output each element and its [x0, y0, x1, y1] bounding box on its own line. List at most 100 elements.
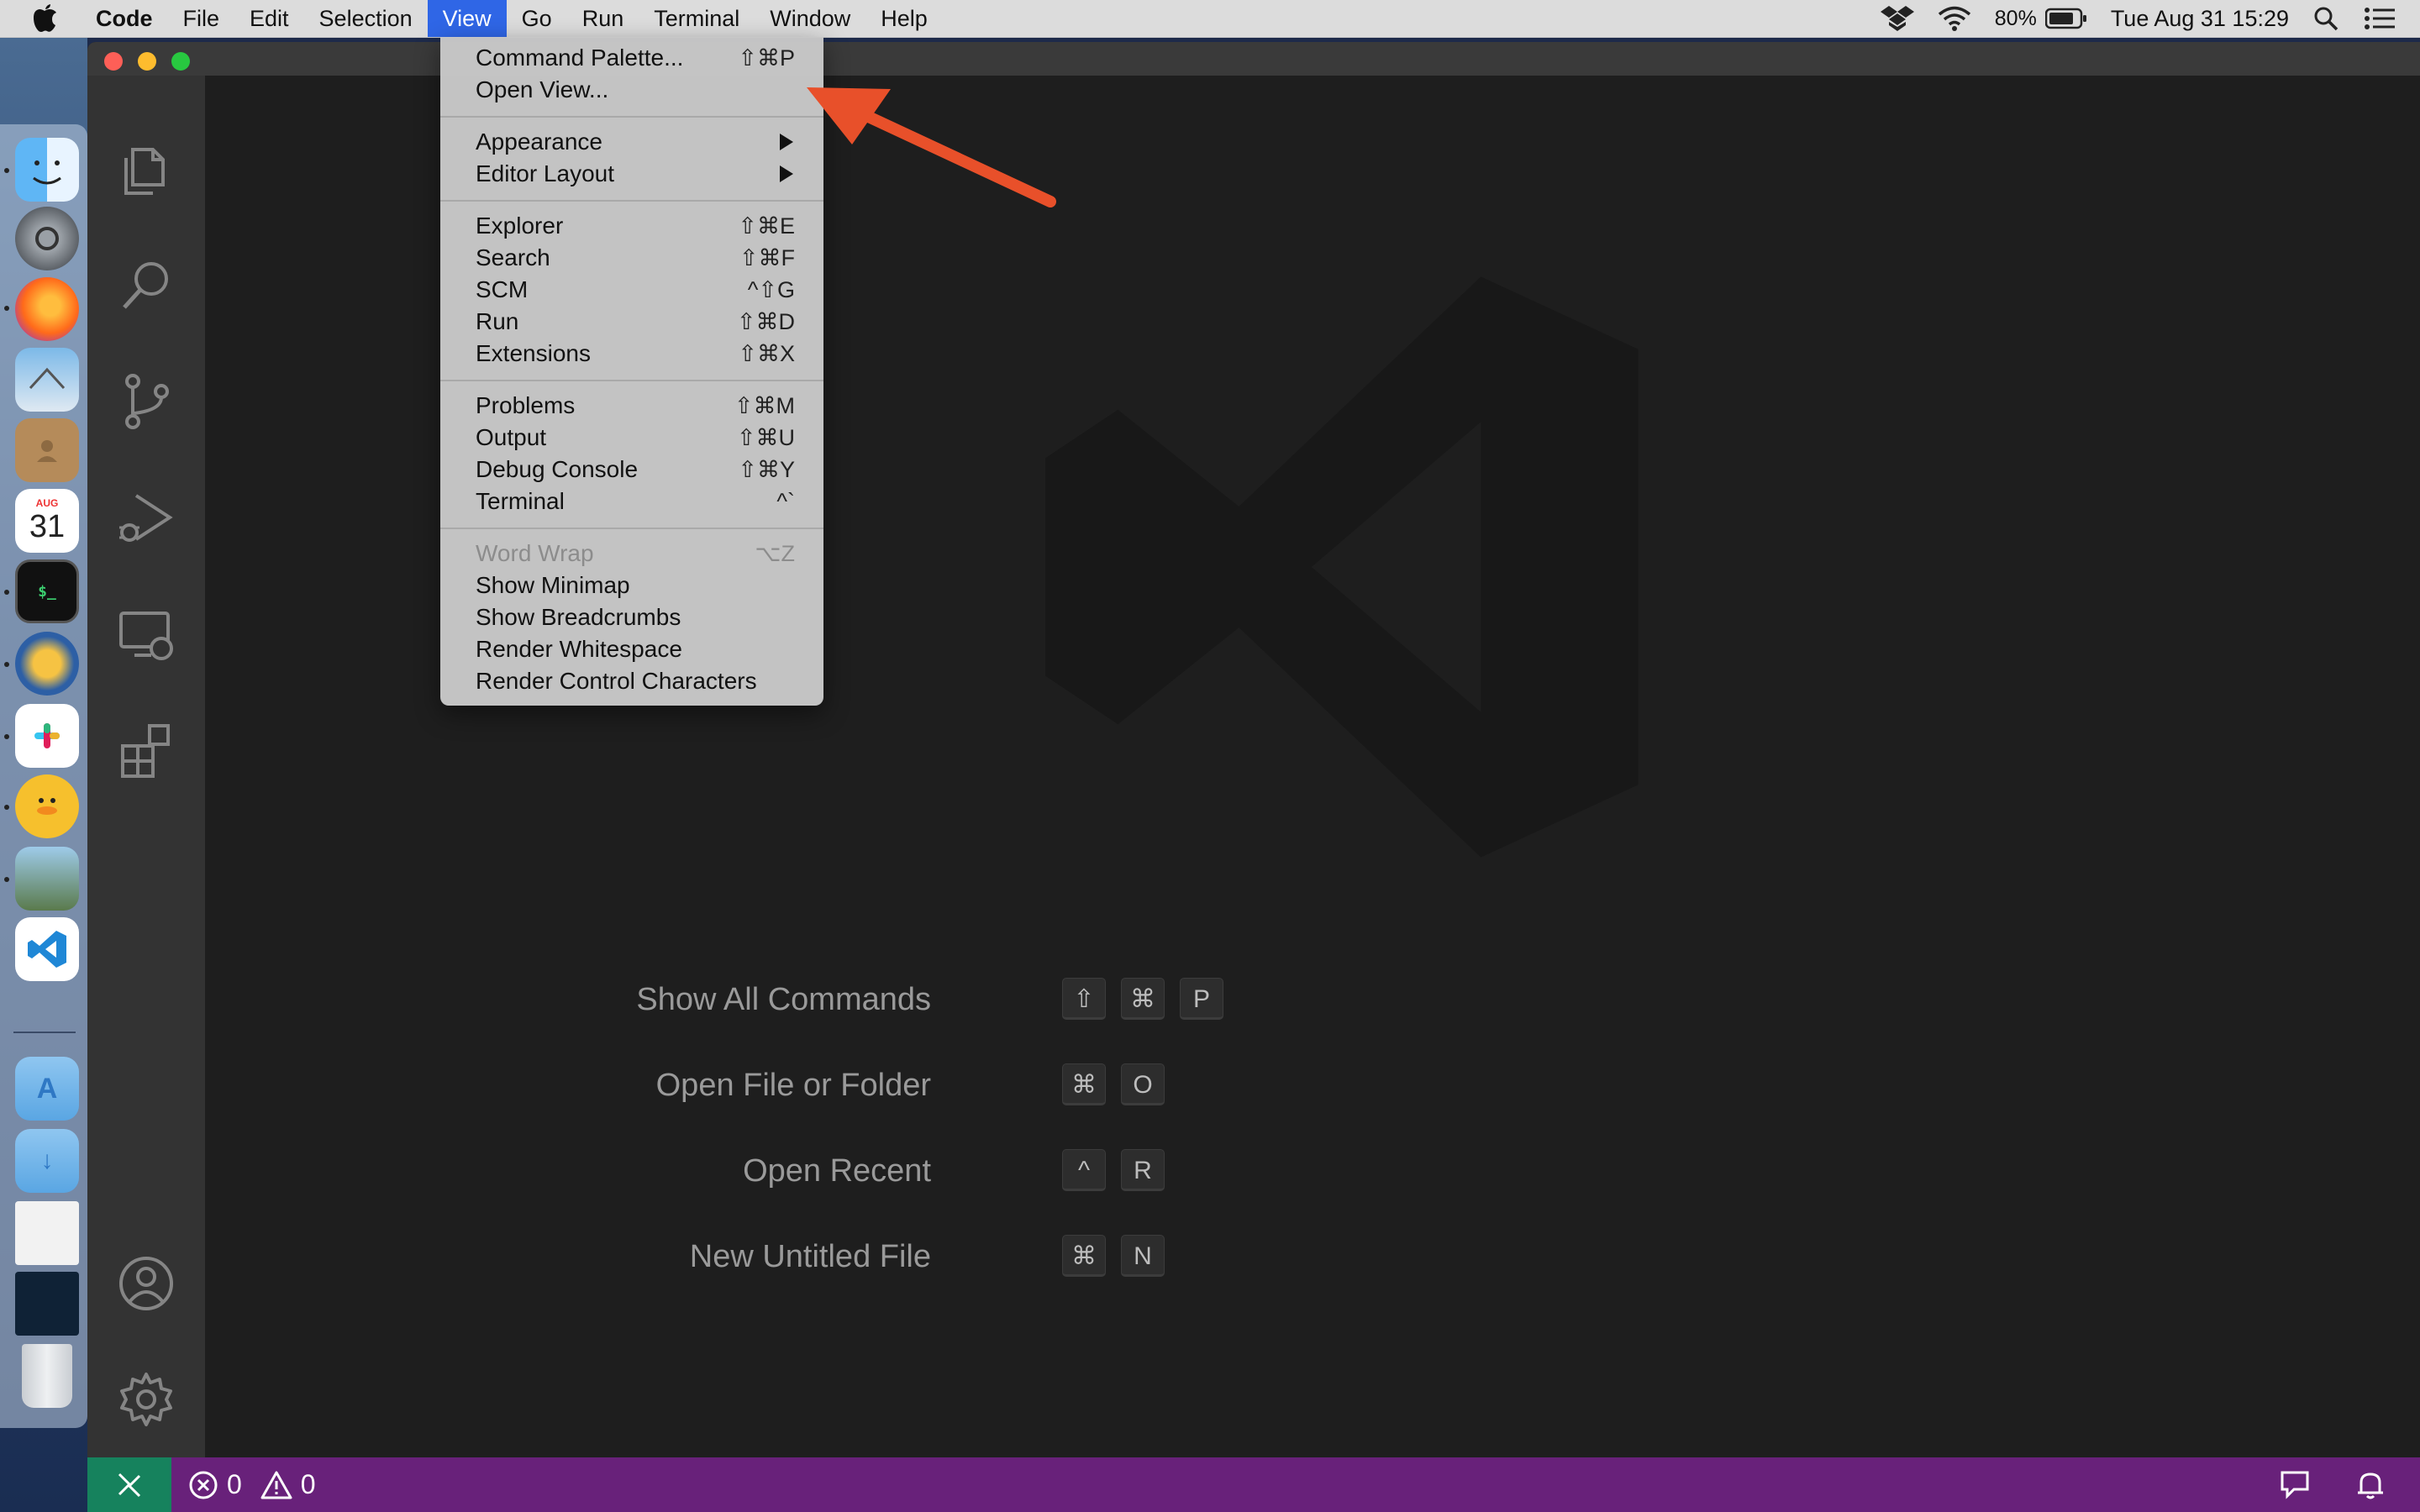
menu-file[interactable]: File — [168, 0, 235, 37]
document-thumbnail-icon[interactable] — [15, 1201, 79, 1265]
menu-item-debug-console[interactable]: Debug Console ⇧⌘Y — [476, 454, 812, 486]
preview-icon[interactable] — [15, 847, 79, 911]
minimize-window-button[interactable] — [138, 52, 156, 71]
menu-item-label: Show Breadcrumbs — [476, 604, 681, 630]
menu-item-word-wrap: Word Wrap ⌥Z — [476, 538, 812, 570]
menu-item-appearance[interactable]: Appearance — [476, 126, 812, 158]
firefox-icon[interactable] — [15, 277, 79, 341]
lighthouse-app-icon[interactable] — [15, 632, 79, 696]
dock-running-indicator — [4, 877, 9, 882]
calendar-day: 31 — [29, 509, 66, 544]
shortcut-label: New Untitled File — [689, 1239, 931, 1274]
problems-indicator[interactable]: 0 0 — [188, 1457, 334, 1512]
close-window-button[interactable] — [104, 52, 123, 71]
shortcut-label: Open Recent — [743, 1153, 931, 1189]
shortcut-open-file-or-folder[interactable]: Open File or Folder ⌘ O — [205, 1060, 1465, 1110]
dock: AUG 31 $_ A ↓ — [0, 124, 87, 1428]
dock-separator — [13, 1032, 76, 1033]
shortcut-keys: ⌘ O — [1062, 1063, 1180, 1105]
menu-item-shortcut: ⇧⌘D — [736, 309, 795, 334]
applications-folder-icon[interactable]: A — [15, 1057, 79, 1121]
run-debug-icon[interactable] — [114, 486, 178, 549]
accounts-icon[interactable] — [114, 1252, 178, 1315]
notifications-bell-icon[interactable] — [2354, 1469, 2386, 1501]
key-cap: P — [1180, 978, 1223, 1020]
dock-running-indicator — [4, 734, 9, 739]
menu-item-explorer[interactable]: Explorer ⇧⌘E — [476, 210, 812, 242]
contacts-icon[interactable] — [15, 418, 79, 482]
menu-item-search[interactable]: Search ⇧⌘F — [476, 242, 812, 274]
menu-item-run[interactable]: Run ⇧⌘D — [476, 306, 812, 338]
menu-item-command-palette[interactable]: Command Palette... ⇧⌘P — [476, 42, 812, 74]
menu-item-open-view[interactable]: Open View... — [476, 74, 812, 106]
dock-running-indicator — [4, 805, 9, 810]
menu-separator — [440, 528, 823, 529]
shortcut-new-untitled-file[interactable]: New Untitled File ⌘ N — [205, 1231, 1465, 1282]
key-cap: N — [1121, 1235, 1165, 1277]
menu-app-name[interactable]: Code — [86, 0, 168, 37]
menu-terminal[interactable]: Terminal — [639, 0, 755, 37]
key-cap: ⌘ — [1121, 978, 1165, 1020]
menu-item-label: Render Control Characters — [476, 668, 757, 694]
menu-item-label: Editor Layout — [476, 160, 614, 186]
menu-item-label: Output — [476, 424, 547, 450]
menu-selection[interactable]: Selection — [304, 0, 428, 37]
calendar-icon[interactable]: AUG 31 — [15, 489, 79, 553]
menu-bar-clock[interactable]: Tue Aug 31 15:29 — [2111, 6, 2289, 32]
key-cap: O — [1121, 1063, 1165, 1105]
menu-item-editor-layout[interactable]: Editor Layout — [476, 158, 812, 190]
finder-icon[interactable] — [15, 138, 79, 202]
menu-item-show-minimap[interactable]: Show Minimap — [476, 570, 812, 601]
title-bar — [87, 42, 2420, 76]
menu-run[interactable]: Run — [567, 0, 639, 37]
maximize-window-button[interactable] — [171, 52, 190, 71]
trash-icon[interactable] — [22, 1344, 72, 1408]
menu-go[interactable]: Go — [507, 0, 567, 37]
gear-icon[interactable] — [114, 1368, 178, 1431]
dock-running-indicator — [4, 590, 9, 595]
dropbox-icon[interactable] — [1880, 4, 1914, 33]
menu-item-render-control-characters[interactable]: Render Control Characters — [476, 665, 812, 697]
menu-item-show-breadcrumbs[interactable]: Show Breadcrumbs — [476, 601, 812, 633]
shortcut-open-recent[interactable]: Open Recent ^ R — [205, 1146, 1465, 1196]
menu-item-terminal[interactable]: Terminal ^` — [476, 486, 812, 517]
battery-percent: 80% — [1994, 6, 2037, 30]
spotlight-search-icon[interactable] — [2312, 5, 2339, 32]
menu-item-problems[interactable]: Problems ⇧⌘M — [476, 390, 812, 422]
key-cap: ^ — [1062, 1149, 1106, 1191]
vscode-dock-icon[interactable] — [15, 917, 79, 981]
terminal-icon[interactable]: $_ — [15, 559, 79, 623]
slack-icon[interactable] — [15, 704, 79, 768]
extensions-icon[interactable] — [114, 717, 178, 781]
menu-edit[interactable]: Edit — [234, 0, 304, 37]
screenshot-thumbnail-icon[interactable] — [15, 1272, 79, 1336]
menu-item-label: Explorer — [476, 213, 564, 239]
wifi-icon[interactable] — [1938, 5, 1971, 32]
shortcut-show-all-commands[interactable]: Show All Commands ⇧ ⌘ P — [205, 974, 1465, 1025]
dock-running-indicator — [4, 662, 9, 667]
search-icon[interactable] — [114, 254, 178, 318]
menu-item-render-whitespace[interactable]: Render Whitespace — [476, 633, 812, 665]
mail-icon[interactable] — [15, 348, 79, 412]
system-preferences-icon[interactable] — [15, 207, 79, 270]
menu-view[interactable]: View — [427, 0, 507, 37]
remote-indicator-button[interactable] — [87, 1457, 171, 1512]
feedback-icon[interactable] — [2279, 1469, 2311, 1501]
menu-item-extensions[interactable]: Extensions ⇧⌘X — [476, 338, 812, 370]
control-center-icon[interactable] — [2363, 5, 2396, 32]
menu-item-output[interactable]: Output ⇧⌘U — [476, 422, 812, 454]
remote-explorer-icon[interactable] — [114, 601, 178, 665]
cyberduck-icon[interactable] — [15, 774, 79, 838]
menu-window[interactable]: Window — [755, 0, 865, 37]
source-control-icon[interactable] — [114, 370, 178, 433]
explorer-icon[interactable] — [114, 138, 178, 202]
shortcut-keys: ⇧ ⌘ P — [1062, 978, 1239, 1020]
menu-item-scm[interactable]: SCM ^⇧G — [476, 274, 812, 306]
annotation-arrow-icon — [807, 87, 1056, 207]
battery-icon[interactable] — [2044, 8, 2087, 29]
error-count: 0 — [227, 1469, 242, 1499]
apple-logo-icon[interactable] — [32, 4, 57, 33]
downloads-folder-icon[interactable]: ↓ — [15, 1129, 79, 1193]
menu-item-shortcut: ⇧⌘F — [739, 245, 795, 270]
menu-help[interactable]: Help — [865, 0, 943, 37]
